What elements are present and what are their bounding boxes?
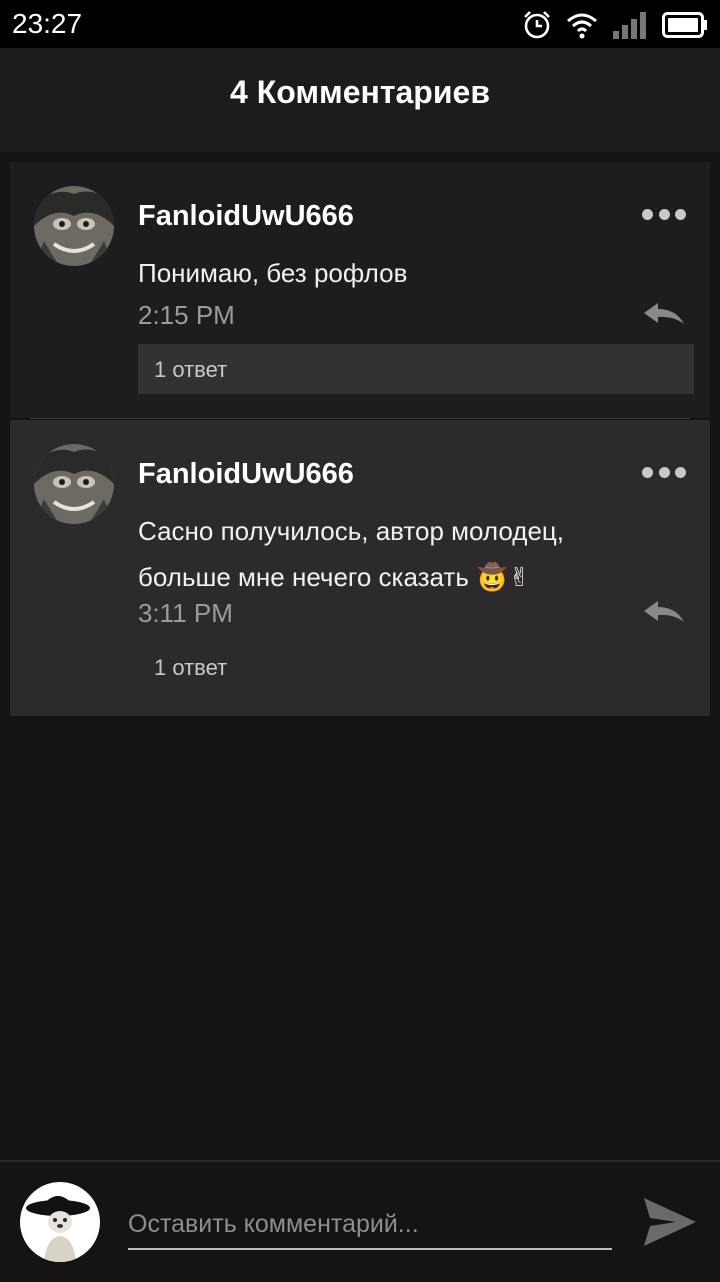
replies-button[interactable]: 1 ответ <box>138 642 694 692</box>
header: 4 Комментариев <box>0 48 720 152</box>
comment-item[interactable]: FanloidUwU666 Сасно получилось, автор мо… <box>10 420 710 716</box>
reply-icon[interactable] <box>642 300 686 328</box>
comment-text: Сасно получилось, автор молодец, больше … <box>138 516 565 592</box>
more-options-icon[interactable] <box>642 466 686 478</box>
comment-item[interactable]: FanloidUwU666 Понимаю, без рофлов 2:15 P… <box>10 162 710 418</box>
comment-time: 2:15 PM <box>138 300 235 330</box>
reply-icon[interactable] <box>642 598 686 626</box>
replies-label: 1 ответ <box>154 357 228 382</box>
comment-author[interactable]: FanloidUwU666 <box>138 200 354 233</box>
comment-input[interactable] <box>128 1200 612 1250</box>
status-bar: 23:27 <box>0 0 720 48</box>
comment-time: 3:11 PM <box>138 598 233 628</box>
avatar[interactable] <box>34 186 114 266</box>
more-options-icon[interactable] <box>642 208 686 220</box>
comment-composer <box>0 1160 720 1282</box>
divider <box>30 418 690 419</box>
signal-icon <box>613 12 646 39</box>
page-title: 4 Комментариев <box>230 74 490 110</box>
battery-icon <box>662 12 707 38</box>
comment-author[interactable]: FanloidUwU666 <box>138 458 354 491</box>
status-icons <box>522 10 708 40</box>
send-icon[interactable] <box>640 1192 700 1252</box>
wifi-icon <box>567 13 597 39</box>
alarm-icon <box>524 11 550 39</box>
replies-button[interactable]: 1 ответ <box>138 344 694 394</box>
avatar[interactable] <box>34 444 114 524</box>
current-user-avatar[interactable] <box>20 1182 100 1262</box>
comment-text: Понимаю, без рофлов <box>138 258 408 288</box>
replies-label: 1 ответ <box>154 655 228 680</box>
status-time: 23:27 <box>12 8 83 39</box>
